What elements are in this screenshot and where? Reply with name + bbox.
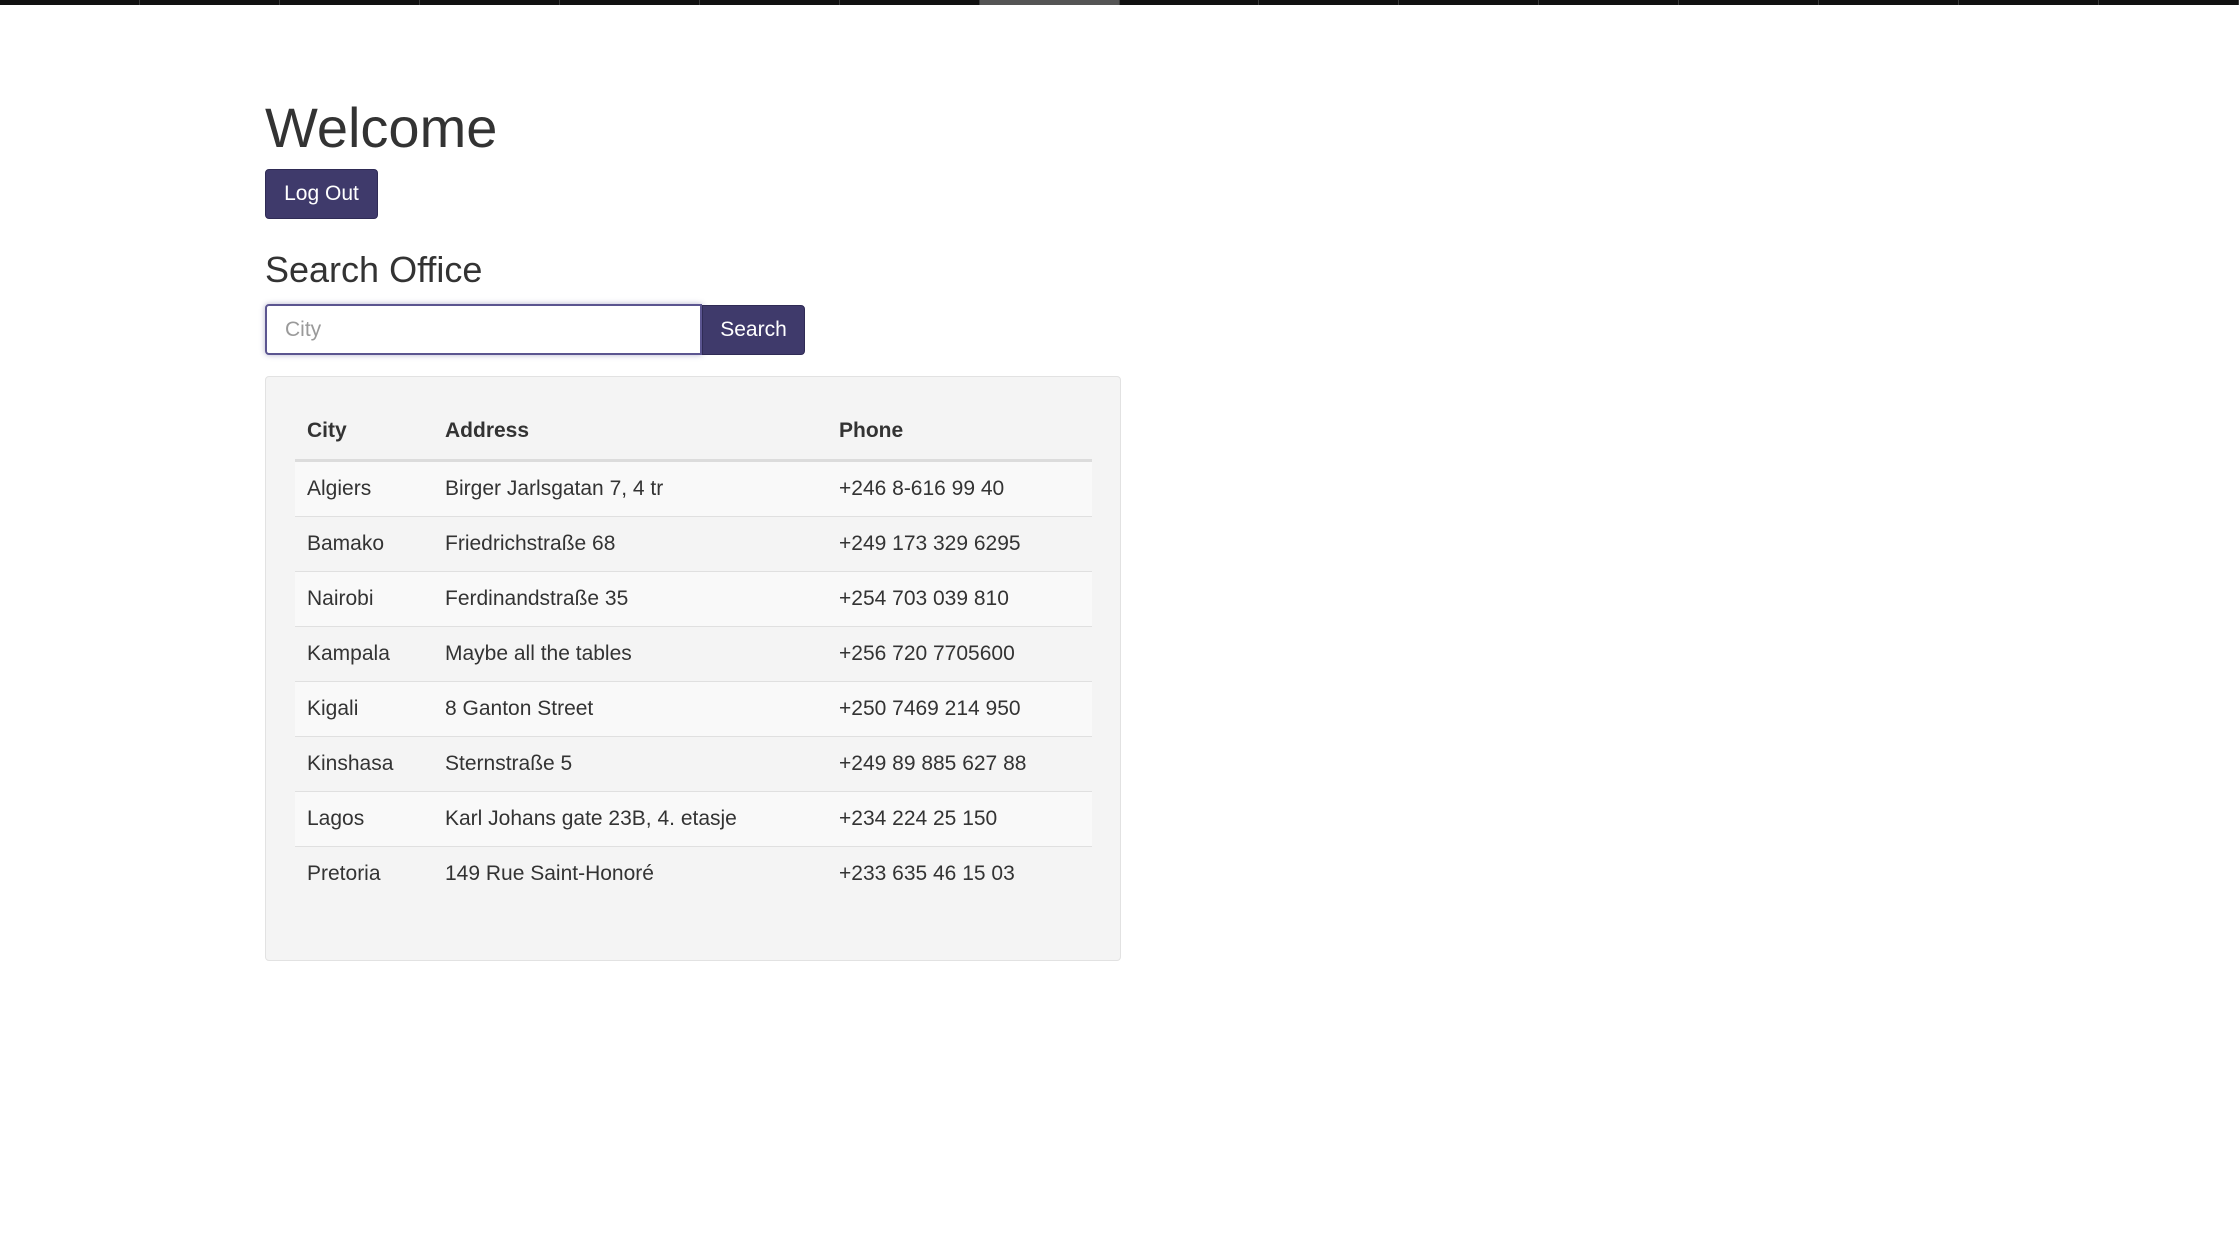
- cell-city: Kinshasa: [295, 736, 433, 792]
- cell-phone: +250 7469 214 950: [827, 681, 1092, 737]
- cell-phone: +254 703 039 810: [827, 571, 1092, 627]
- cell-city: Nairobi: [295, 571, 433, 627]
- tab-strip-segment: [1679, 0, 1820, 5]
- city-search-input[interactable]: [265, 304, 702, 355]
- tab-strip-segment: [840, 0, 980, 5]
- column-header-city: City: [295, 403, 433, 462]
- table-row: Lagos Karl Johans gate 23B, 4. etasje +2…: [295, 791, 1092, 847]
- cell-phone: +233 635 46 15 03: [827, 846, 1092, 901]
- tab-strip-segment: [1399, 0, 1540, 5]
- cell-address: Friedrichstraße 68: [433, 516, 827, 572]
- tab-strip-segment: [420, 0, 560, 5]
- page-title: Welcome: [265, 96, 498, 159]
- logout-button[interactable]: Log Out: [265, 169, 378, 219]
- column-header-phone: Phone: [827, 403, 1092, 462]
- cell-phone: +234 224 25 150: [827, 791, 1092, 847]
- browser-tab-strip: [0, 0, 2239, 5]
- tab-strip-segment: [140, 0, 280, 5]
- office-table: City Address Phone Algiers Birger Jarlsg…: [295, 403, 1092, 901]
- cell-phone: +249 89 885 627 88: [827, 736, 1092, 792]
- cell-city: Lagos: [295, 791, 433, 847]
- cell-address: Ferdinandstraße 35: [433, 571, 827, 627]
- tab-strip-segment: [1959, 0, 2100, 5]
- tab-strip-segment: [0, 0, 140, 5]
- cell-city: Kigali: [295, 681, 433, 737]
- tab-strip-segment: [1539, 0, 1680, 5]
- tab-strip-segment: [1819, 0, 1960, 5]
- table-row: Kigali 8 Ganton Street +250 7469 214 950: [295, 681, 1092, 737]
- tab-strip-segment-active: [979, 0, 1120, 5]
- table-row: Kinshasa Sternstraße 5 +249 89 885 627 8…: [295, 736, 1092, 792]
- cell-phone: +246 8-616 99 40: [827, 460, 1092, 517]
- cell-address: 8 Ganton Street: [433, 681, 827, 737]
- cell-address: Karl Johans gate 23B, 4. etasje: [433, 791, 827, 847]
- table-row: Nairobi Ferdinandstraße 35 +254 703 039 …: [295, 571, 1092, 627]
- table-row: Algiers Birger Jarlsgatan 7, 4 tr +246 8…: [295, 460, 1092, 517]
- tab-strip-segment: [560, 0, 700, 5]
- table-row: Kampala Maybe all the tables +256 720 77…: [295, 626, 1092, 682]
- cell-address: Birger Jarlsgatan 7, 4 tr: [433, 460, 827, 517]
- column-header-address: Address: [433, 403, 827, 462]
- tab-strip-segment: [2099, 0, 2239, 5]
- table-header-row: City Address Phone: [295, 403, 1092, 462]
- tab-strip-segment: [1259, 0, 1400, 5]
- cell-city: Algiers: [295, 460, 433, 517]
- table-row: Bamako Friedrichstraße 68 +249 173 329 6…: [295, 516, 1092, 572]
- office-results-panel: City Address Phone Algiers Birger Jarlsg…: [265, 376, 1121, 961]
- cell-phone: +249 173 329 6295: [827, 516, 1092, 572]
- tab-strip-segment: [700, 0, 840, 5]
- cell-address: Maybe all the tables: [433, 626, 827, 682]
- cell-city: Pretoria: [295, 846, 433, 901]
- search-office-heading: Search Office: [265, 249, 483, 290]
- cell-phone: +256 720 7705600: [827, 626, 1092, 682]
- cell-city: Kampala: [295, 626, 433, 682]
- cell-city: Bamako: [295, 516, 433, 572]
- table-row: Pretoria 149 Rue Saint-Honoré +233 635 4…: [295, 846, 1092, 901]
- tab-strip-segment: [280, 0, 420, 5]
- cell-address: 149 Rue Saint-Honoré: [433, 846, 827, 901]
- search-button[interactable]: Search: [702, 305, 805, 355]
- tab-strip-segment: [1120, 0, 1260, 5]
- cell-address: Sternstraße 5: [433, 736, 827, 792]
